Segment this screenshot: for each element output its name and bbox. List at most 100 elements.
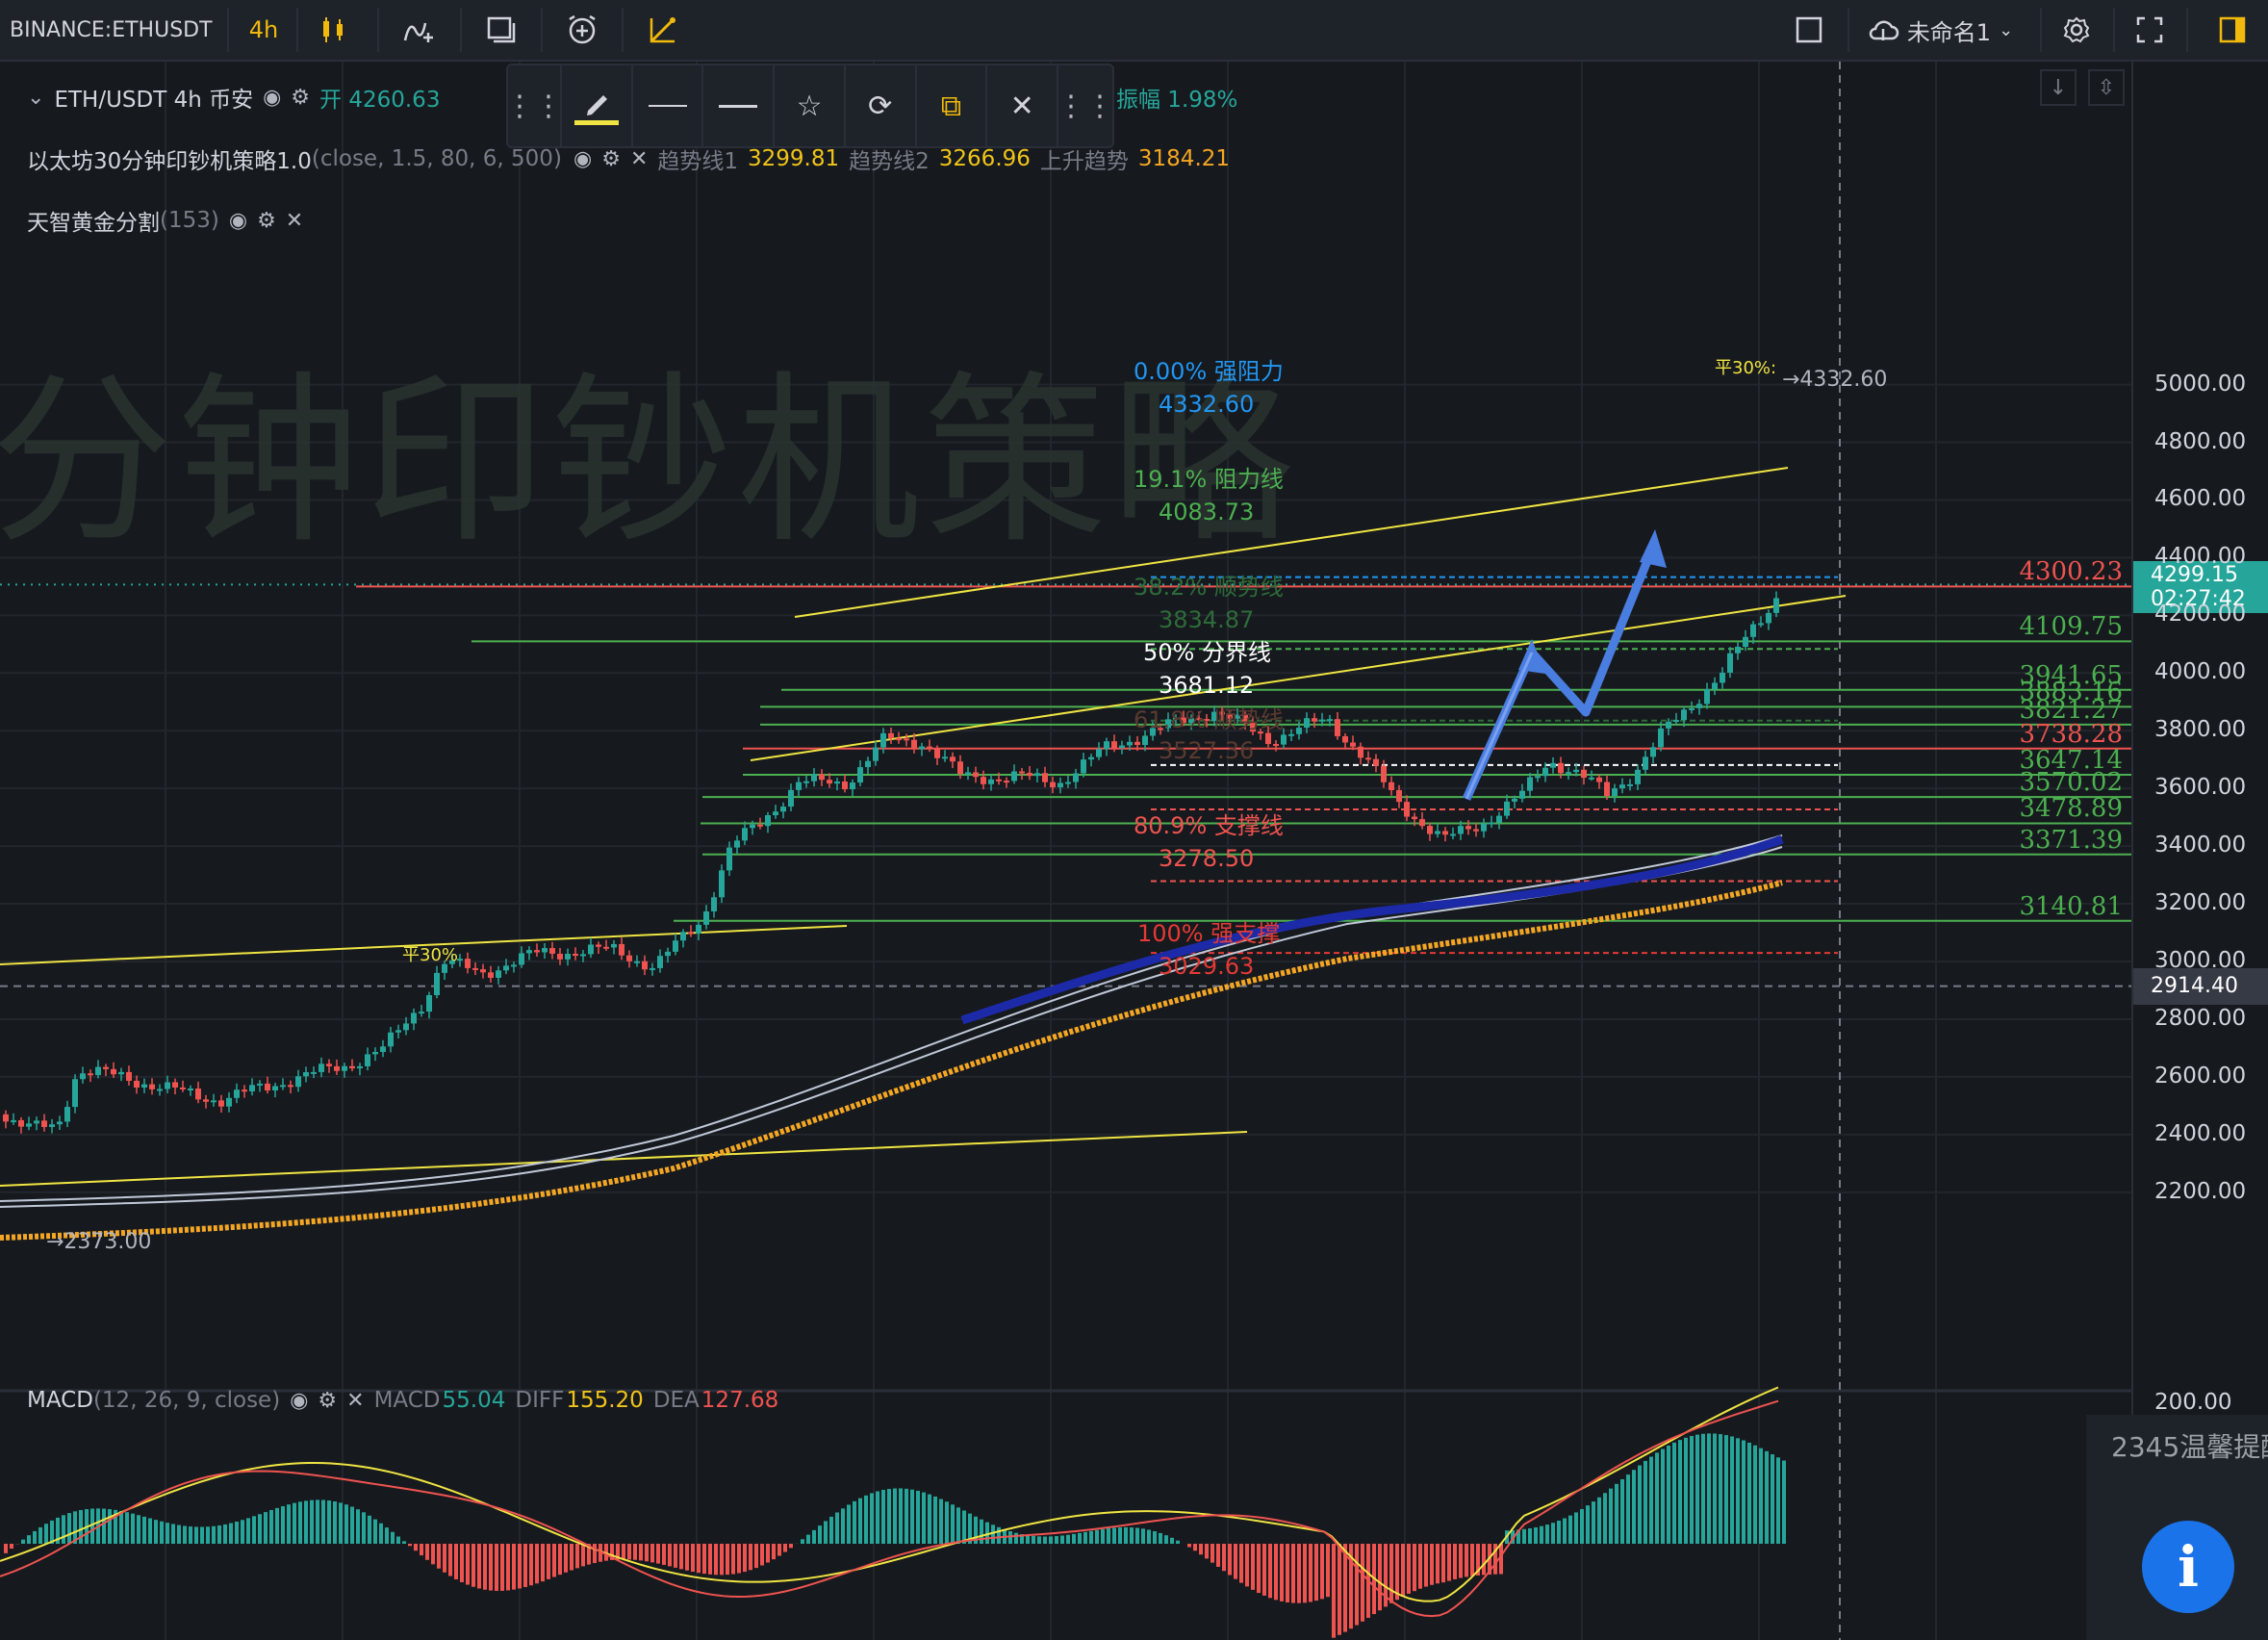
candle-body — [1381, 765, 1387, 782]
macd-bar — [552, 1544, 556, 1577]
eye-icon[interactable]: ◉ — [263, 86, 281, 110]
sync-icon[interactable]: ⟳ — [846, 65, 917, 146]
arrow-down-icon[interactable]: ↓ — [2040, 69, 2077, 106]
line-style-icon[interactable] — [703, 65, 776, 146]
macd-bar — [62, 1515, 65, 1544]
eye-icon[interactable]: ◉ — [229, 209, 247, 233]
axis-tick-label: 4600.00 — [2154, 486, 2247, 512]
toolbar-divider — [541, 8, 543, 52]
fib-params: (153) — [160, 208, 219, 233]
macd-bar — [656, 1544, 660, 1564]
macd-bar — [1401, 1544, 1405, 1597]
macd-bar — [194, 1526, 198, 1544]
alert-icon[interactable] — [548, 0, 616, 60]
eye-icon[interactable]: ◉ — [573, 147, 592, 171]
settings-icon[interactable]: ⚙ — [291, 86, 310, 110]
macd-bar — [858, 1498, 862, 1544]
candle-body — [634, 961, 640, 963]
square-icon[interactable] — [1780, 0, 1838, 60]
candles-icon[interactable] — [304, 0, 362, 60]
macd-bar — [1719, 1434, 1722, 1544]
macd-bar — [1141, 1528, 1145, 1544]
drawn-arrows — [1462, 529, 1667, 801]
macd-bar — [125, 1512, 129, 1544]
candle-body — [1134, 741, 1140, 746]
star-icon[interactable]: ☆ — [775, 65, 846, 146]
axis-tick-label: 2600.00 — [2154, 1063, 2247, 1089]
candle-body — [1750, 624, 1756, 637]
sidebar-icon[interactable] — [2204, 0, 2261, 60]
strategy-name: 以太坊30分钟印钞机策略1.0 — [27, 149, 312, 174]
candle-body — [719, 870, 725, 898]
macd-bar — [864, 1495, 868, 1544]
settings-icon[interactable]: ⚙ — [318, 1389, 337, 1413]
gear-icon[interactable] — [2048, 0, 2105, 60]
axis-tick-label: 4200.00 — [2154, 602, 2247, 628]
line-thin-icon[interactable] — [633, 65, 704, 146]
fib-name: 天智黄金分割 — [27, 211, 160, 236]
drag-handle-icon[interactable]: ⋮⋮ — [1057, 65, 1114, 146]
macd-bar — [737, 1544, 741, 1574]
popup-text: 2345温馨提醒 — [2111, 1431, 2268, 1463]
fullscreen-icon[interactable] — [2121, 0, 2179, 60]
candle-body — [1581, 769, 1587, 779]
macd-bar — [841, 1508, 845, 1544]
candle-body — [249, 1085, 255, 1091]
layout-name-button[interactable]: 未命名1 ⌄ — [1863, 0, 2017, 60]
candle-body — [580, 954, 586, 957]
level-label: 3738.28 — [2019, 719, 2123, 749]
axis-tick-label: 5000.00 — [2154, 371, 2247, 397]
toolbar-divider — [296, 8, 298, 52]
macd-bar — [645, 1544, 649, 1562]
drag-handle-icon[interactable]: ⋮⋮ — [505, 65, 563, 146]
indicator-icon[interactable] — [385, 0, 452, 60]
layout-icon[interactable] — [468, 0, 535, 60]
collapse-icon[interactable]: ⇳ — [2088, 69, 2125, 106]
candle-body — [311, 1071, 317, 1074]
candle-body — [1627, 783, 1633, 786]
chevron-down-icon: ⌄ — [1999, 19, 2014, 40]
macd-bar — [385, 1527, 389, 1544]
trend1-value: 3299.81 — [748, 146, 840, 171]
macd-bar — [1655, 1452, 1659, 1544]
fib-50-value: 3681.12 — [1159, 672, 1255, 699]
close-icon[interactable]: ✕ — [346, 1389, 364, 1413]
macd-bar — [212, 1525, 216, 1544]
eye-icon[interactable]: ◉ — [290, 1389, 308, 1413]
settings-icon[interactable]: ⚙ — [601, 147, 621, 171]
macd-bar — [1245, 1544, 1249, 1587]
draw-icon[interactable] — [629, 0, 697, 60]
candle-body — [950, 756, 956, 762]
close-icon[interactable]: ✕ — [630, 147, 648, 171]
info-button[interactable]: i — [2142, 1521, 2234, 1613]
candle-body — [842, 782, 848, 790]
candle-body — [1465, 826, 1471, 830]
candle-body — [1442, 831, 1448, 835]
macd-bar — [679, 1544, 683, 1570]
close-icon[interactable]: ✕ — [987, 65, 1059, 146]
candle-body — [319, 1063, 324, 1072]
candle-body — [388, 1032, 394, 1047]
chevron-down-icon[interactable]: ⌄ — [27, 86, 44, 110]
candle-body — [765, 815, 771, 827]
close-icon[interactable]: ✕ — [286, 209, 303, 233]
macd-bar — [362, 1512, 366, 1544]
candle-body — [41, 1120, 47, 1127]
axis-tick-label: 2400.00 — [2154, 1120, 2247, 1146]
pen-icon[interactable] — [562, 65, 633, 146]
settings-icon[interactable]: ⚙ — [257, 209, 276, 233]
candle-body — [1566, 772, 1571, 775]
macd-bar — [21, 1539, 25, 1544]
macd-bar — [581, 1544, 585, 1567]
candle-body — [426, 994, 432, 1012]
clone-icon[interactable]: ⧉ — [917, 65, 988, 146]
candle-body — [611, 943, 617, 948]
candle-body — [103, 1066, 109, 1069]
price-axis[interactable]: 4299.15 02:27:42 2914.40 5000.00 4800.00 4… — [2131, 62, 2268, 1640]
macd-bar — [518, 1544, 522, 1589]
macd-bar — [1586, 1505, 1590, 1544]
fib-191-title: 19.1% 阻力线 — [1134, 466, 1284, 493]
candle-body — [472, 967, 478, 970]
interval-button[interactable]: 4h — [235, 0, 293, 60]
symbol-button[interactable]: BINANCE:ETHUSDT — [10, 0, 221, 60]
